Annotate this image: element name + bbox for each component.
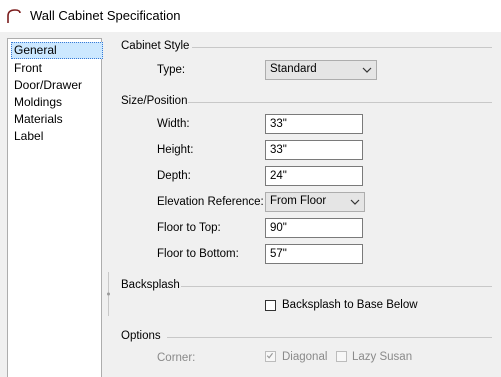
- backsplash-checkbox-label[interactable]: Backsplash to Base Below: [282, 299, 418, 311]
- divider: [192, 47, 492, 48]
- lazy-susan-checkbox[interactable]: [336, 351, 347, 362]
- chevron-down-icon: [350, 199, 360, 205]
- diagonal-checkbox[interactable]: [265, 351, 276, 362]
- diagonal-label: Diagonal: [282, 351, 328, 363]
- width-field[interactable]: [265, 114, 363, 134]
- nav-item-general[interactable]: General: [11, 42, 103, 59]
- elevation-reference-label: Elevation Reference:: [157, 196, 264, 208]
- lazy-susan-label: Lazy Susan: [352, 351, 413, 363]
- nav-item-front[interactable]: Front: [12, 60, 44, 76]
- size-position-heading: Size/Position: [121, 95, 188, 107]
- type-label: Type:: [157, 64, 186, 76]
- divider: [181, 286, 492, 287]
- divider: [188, 102, 492, 103]
- cabinet-arch-icon: [7, 9, 21, 23]
- width-label: Width:: [157, 118, 190, 130]
- floor-to-bottom-label: Floor to Bottom:: [157, 248, 239, 260]
- floor-to-bottom-field[interactable]: [265, 244, 363, 264]
- depth-label: Depth:: [157, 170, 191, 182]
- backsplash-checkbox[interactable]: [265, 300, 276, 311]
- nav-item-materials[interactable]: Materials: [12, 111, 65, 127]
- checkmark-icon: [266, 352, 274, 359]
- window-title: Wall Cabinet Specification: [30, 8, 181, 23]
- category-list[interactable]: General Front Door/Drawer Moldings Mater…: [7, 38, 103, 377]
- nav-item-door-drawer[interactable]: Door/Drawer: [12, 77, 84, 93]
- nav-item-label[interactable]: Label: [12, 128, 45, 144]
- type-select[interactable]: Standard: [265, 60, 377, 80]
- elevation-reference-select[interactable]: From Floor: [265, 192, 365, 212]
- height-label: Height:: [157, 144, 194, 156]
- elevation-reference-value: From Floor: [270, 195, 327, 207]
- floor-to-top-field[interactable]: [265, 218, 363, 238]
- type-select-value: Standard: [270, 63, 317, 75]
- nav-item-moldings[interactable]: Moldings: [12, 94, 64, 110]
- splitter-handle[interactable]: [106, 272, 111, 316]
- title-bar: Wall Cabinet Specification: [0, 0, 501, 32]
- options-heading: Options: [121, 330, 161, 342]
- corner-label: Corner:: [157, 352, 196, 364]
- backsplash-heading: Backsplash: [121, 279, 180, 291]
- cabinet-style-heading: Cabinet Style: [121, 40, 190, 52]
- divider: [167, 337, 492, 338]
- chevron-down-icon: [362, 67, 372, 73]
- depth-field[interactable]: [265, 166, 363, 186]
- height-field[interactable]: [265, 140, 363, 160]
- floor-to-top-label: Floor to Top:: [157, 222, 221, 234]
